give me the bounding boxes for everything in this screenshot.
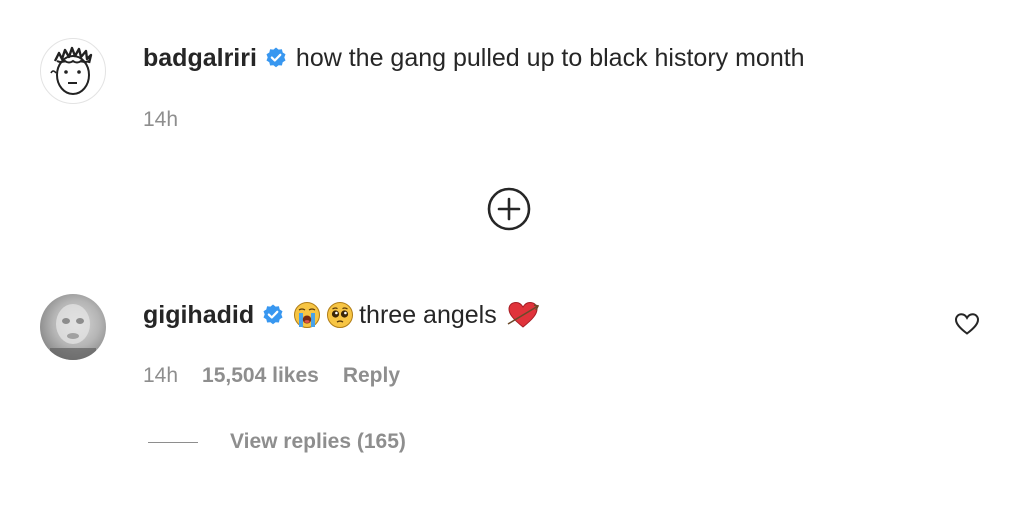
view-replies-button[interactable]: View replies (165)	[148, 430, 406, 454]
comment-text: how the gang pulled up to black history …	[295, 43, 805, 72]
comment-row-2: gigihadid three angels	[143, 297, 539, 333]
username[interactable]: badgalriri	[143, 44, 257, 73]
reply-button[interactable]: Reply	[343, 364, 400, 388]
likes-count[interactable]: 15,504 likes	[202, 364, 319, 388]
view-replies-divider	[148, 441, 198, 443]
pleading-face-icon	[327, 302, 354, 328]
heart-outline-icon[interactable]	[954, 312, 980, 336]
verified-badge-icon	[266, 47, 286, 68]
heart-with-arrow-icon	[507, 301, 539, 328]
avatar-badgalriri[interactable]	[40, 38, 106, 104]
blurred-photo-avatar-icon	[50, 304, 96, 360]
comment-text: three angels	[359, 300, 497, 329]
avatar-gigihadid[interactable]	[40, 294, 106, 360]
loudly-crying-face-icon	[294, 302, 321, 328]
drawn-face-avatar-icon	[50, 46, 93, 95]
comment-time[interactable]: 14h	[143, 108, 178, 132]
view-replies-label: View replies (165)	[230, 430, 406, 453]
comment-meta-1: 14h	[143, 108, 178, 132]
username[interactable]: gigihadid	[143, 301, 254, 330]
comment-meta-2: 14h 15,504 likes Reply	[143, 364, 424, 388]
verified-badge-icon	[263, 304, 283, 325]
comment-time[interactable]: 14h	[143, 364, 178, 388]
plus-circle-icon[interactable]	[486, 186, 532, 232]
comment-row-1: badgalriri how the gang pulled up to bla…	[143, 40, 805, 76]
